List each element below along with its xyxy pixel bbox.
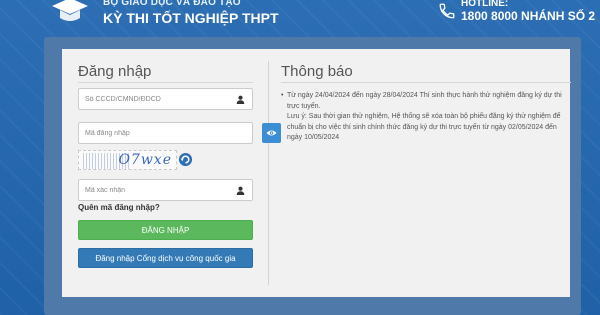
id-number-field[interactable] — [78, 88, 253, 110]
login-title: Đăng nhập — [78, 63, 152, 80]
captcha-field[interactable] — [78, 179, 253, 201]
notice-note-text: Lưu ý: Sau thời gian thử nghiệm, Hệ thốn… — [287, 113, 561, 141]
login-button[interactable]: ĐĂNG NHẬP — [78, 220, 253, 240]
password-input[interactable] — [85, 129, 225, 137]
notice-body: • Từ ngày 24/04/2024 đến ngày 28/04/2024… — [281, 91, 566, 144]
captcha-input[interactable] — [85, 186, 225, 194]
notice-item-content: Từ ngày 24/04/2024 đến ngày 28/04/2024 T… — [287, 91, 566, 144]
show-password-button[interactable] — [262, 123, 281, 143]
captcha-text: O7wxe — [118, 152, 172, 168]
phone-icon — [439, 3, 455, 19]
forgot-password-link[interactable]: Quên mã đăng nhập? — [78, 203, 160, 212]
ministry-logo — [52, 0, 88, 21]
user-icon — [236, 186, 245, 195]
hotline-number[interactable]: 1800 8000 NHÁNH SỐ 2 — [461, 9, 595, 23]
notice-item: • Từ ngày 24/04/2024 đến ngày 28/04/2024… — [281, 91, 566, 144]
login-title-rule — [78, 82, 253, 83]
eye-icon — [266, 130, 277, 136]
notice-title: Thông báo — [281, 63, 353, 80]
national-portal-login-button[interactable]: Đăng nhập Cổng dịch vụ công quốc gia — [78, 248, 253, 268]
exam-title: KỲ THI TỐT NGHIỆP THPT — [103, 10, 279, 26]
column-divider — [268, 61, 269, 285]
notice-title-rule — [281, 82, 571, 83]
refresh-icon[interactable] — [178, 152, 193, 167]
ministry-name: BỘ GIÁO DỤC VÀ ĐÀO TẠO — [103, 0, 241, 8]
header: BỘ GIÁO DỤC VÀ ĐÀO TẠO KỲ THI TỐT NGHIỆP… — [0, 0, 600, 36]
notice-item-text: Từ ngày 24/04/2024 đến ngày 28/04/2024 T… — [287, 92, 562, 110]
id-number-input[interactable] — [85, 95, 225, 103]
password-field[interactable] — [78, 122, 253, 144]
user-icon — [236, 95, 245, 104]
captcha-image: O7wxe — [78, 150, 177, 170]
hotline-label: HOTLINE: — [461, 0, 509, 9]
